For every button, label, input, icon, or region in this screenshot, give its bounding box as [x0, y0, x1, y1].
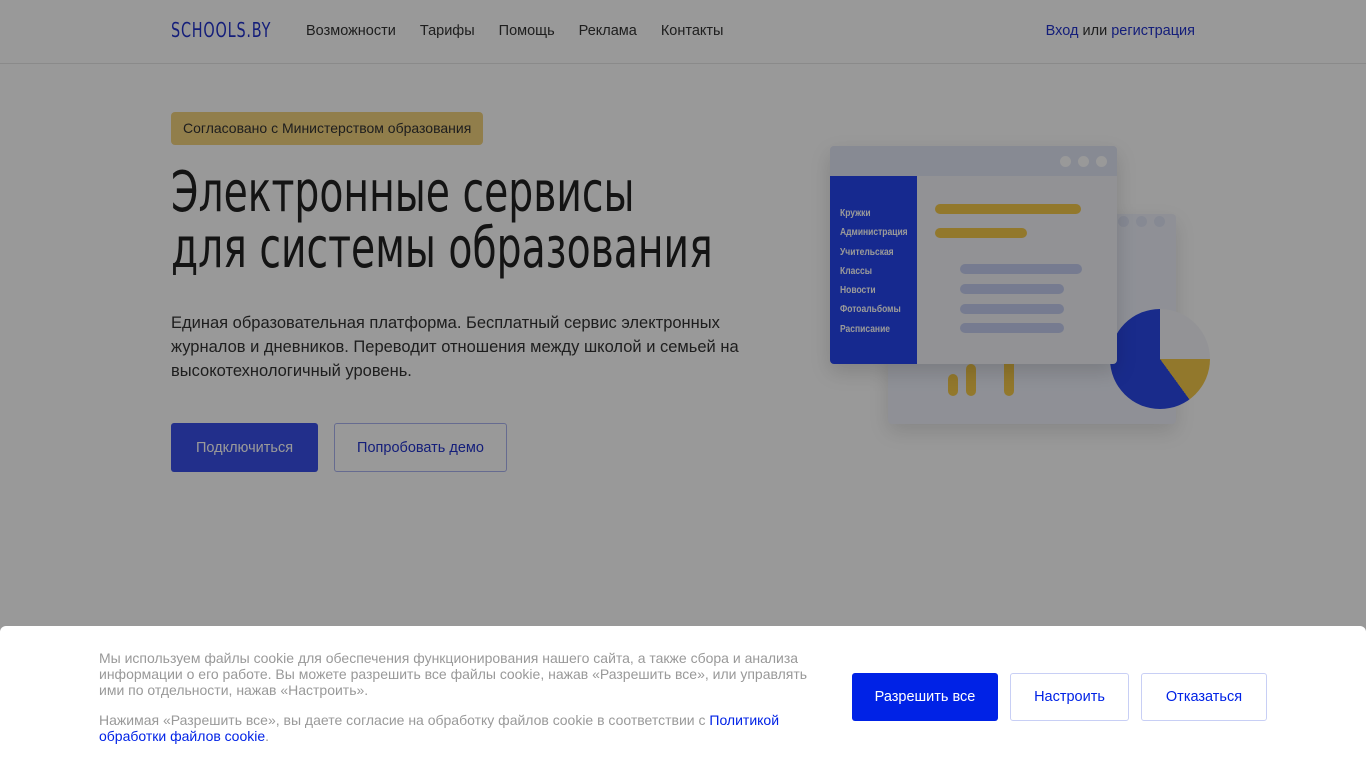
- decline-button[interactable]: Отказаться: [1141, 673, 1267, 721]
- period: .: [265, 728, 270, 744]
- consent-text: Нажимая «Разрешить все», вы даете соглас…: [99, 712, 710, 728]
- cookie-consent-text: Нажимая «Разрешить все», вы даете соглас…: [99, 712, 809, 744]
- cookie-banner: Мы используем файлы cookie для обеспечен…: [0, 626, 1366, 768]
- configure-button[interactable]: Настроить: [1010, 673, 1129, 721]
- allow-all-button[interactable]: Разрешить все: [852, 673, 998, 721]
- cookie-text: Мы используем файлы cookie для обеспечен…: [99, 650, 808, 698]
